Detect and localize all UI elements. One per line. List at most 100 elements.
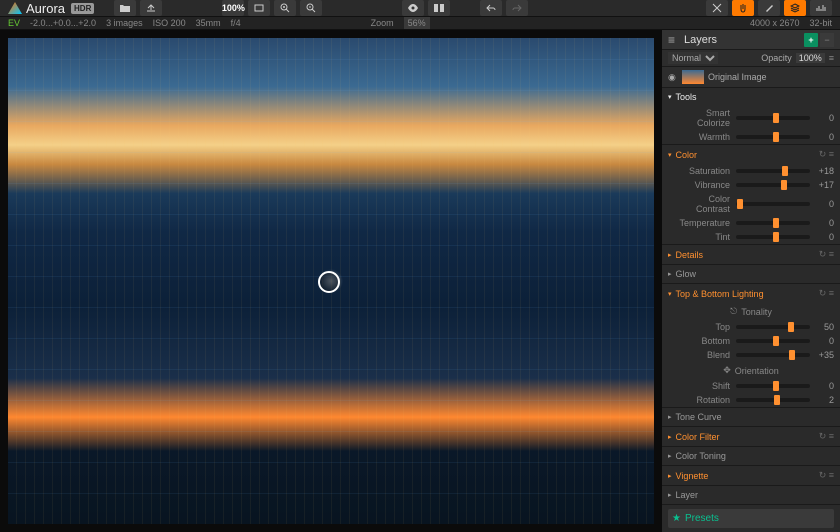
blend-row: Normal Opacity 100% ≡ — [662, 50, 840, 67]
slider-value: +17 — [810, 180, 834, 190]
tools-section: ▾Tools Smart Colorize 0 Warmth 0 — [662, 88, 840, 145]
slider-track[interactable] — [736, 339, 810, 343]
visibility-icon[interactable]: ◉ — [668, 72, 678, 83]
glow-header[interactable]: ▸Glow — [662, 265, 840, 283]
slider-value: 0 — [810, 381, 834, 391]
image-dimensions: 4000 x 2670 — [750, 18, 800, 28]
top-toolbar: Aurora HDR 100% — [0, 0, 840, 17]
opacity-label: Opacity — [761, 53, 792, 63]
zoom-in-button[interactable] — [274, 0, 296, 16]
reset-icon[interactable]: ↻ ≡ — [819, 288, 834, 299]
slider-row: Vibrance +17 — [662, 178, 840, 192]
tblight-header[interactable]: ▾Top & Bottom Lighting↻ ≡ — [662, 284, 840, 303]
slider-label: Top — [678, 322, 736, 332]
details-header[interactable]: ▸Details↻ ≡ — [662, 245, 840, 264]
undo-button[interactable] — [480, 0, 502, 16]
slider-row: Saturation +18 — [662, 164, 840, 178]
orientation-subheader: ✥Orientation — [662, 362, 840, 379]
zoom-100-button[interactable]: 100% — [222, 0, 244, 16]
slider-track[interactable] — [736, 169, 810, 173]
slider-value: 0 — [810, 218, 834, 228]
slider-track[interactable] — [736, 183, 810, 187]
slider-label: Temperature — [678, 218, 736, 228]
opacity-menu-icon[interactable]: ≡ — [829, 53, 834, 63]
collapsed-section: ▸Color Filter↻ ≡ — [662, 427, 840, 447]
slider-track[interactable] — [736, 325, 810, 329]
slider-track[interactable] — [736, 235, 810, 239]
app-name: Aurora — [26, 1, 65, 16]
slider-label: Saturation — [678, 166, 736, 176]
reset-icon[interactable]: ↻ ≡ — [819, 431, 834, 442]
slider-value: 0 — [810, 336, 834, 346]
layer-name: Original Image — [708, 72, 767, 82]
slider-row: Smart Colorize 0 — [662, 106, 840, 130]
brush-tool-button[interactable] — [758, 0, 780, 16]
slider-track[interactable] — [736, 384, 810, 388]
section-header[interactable]: ▸Tone Curve — [662, 408, 840, 426]
histogram-button[interactable] — [810, 0, 832, 16]
slider-track[interactable] — [736, 221, 810, 225]
adjustment-marker[interactable] — [318, 271, 340, 293]
tonality-subheader: ⎋Tonality — [662, 303, 840, 320]
fit-screen-button[interactable] — [248, 0, 270, 16]
blend-mode-select[interactable]: Normal — [668, 52, 718, 64]
collapsed-section: ▸Vignette↻ ≡ — [662, 466, 840, 486]
slider-value: 0 — [810, 113, 834, 123]
zoom-out-button[interactable] — [300, 0, 322, 16]
bit-depth: 32-bit — [809, 18, 832, 28]
menu-icon[interactable] — [668, 33, 678, 47]
slider-value: 0 — [810, 199, 834, 209]
redo-button[interactable] — [506, 0, 528, 16]
hand-tool-button[interactable] — [732, 0, 754, 16]
slider-label: Tint — [678, 232, 736, 242]
section-header[interactable]: ▸Vignette↻ ≡ — [662, 466, 840, 485]
slider-track[interactable] — [736, 398, 810, 402]
zoom-value[interactable]: 56% — [404, 17, 430, 29]
preview-button[interactable] — [402, 0, 424, 16]
slider-label: Bottom — [678, 336, 736, 346]
slider-track[interactable] — [736, 202, 810, 206]
focal-length: 35mm — [196, 18, 221, 28]
section-header[interactable]: ▸Color Filter↻ ≡ — [662, 427, 840, 446]
opacity-value[interactable]: 100% — [796, 53, 825, 63]
iso-value: ISO 200 — [153, 18, 186, 28]
reset-icon[interactable]: ↻ ≡ — [819, 470, 834, 481]
presets-button[interactable]: ★ Presets — [668, 509, 834, 528]
color-section: ▾Color↻ ≡ Saturation +18 Vibrance +17 Co… — [662, 145, 840, 245]
slider-track[interactable] — [736, 353, 810, 357]
slider-track[interactable] — [736, 135, 810, 139]
reset-icon[interactable]: ↻ ≡ — [819, 149, 834, 160]
section-header[interactable]: ▸Color Toning — [662, 447, 840, 465]
glow-section: ▸Glow — [662, 265, 840, 284]
tools-header[interactable]: ▾Tools — [662, 88, 840, 106]
remove-layer-button[interactable]: − — [820, 33, 834, 47]
export-button[interactable] — [140, 0, 162, 16]
ev-label: EV — [8, 18, 20, 28]
slider-value: 0 — [810, 232, 834, 242]
slider-value: +35 — [810, 350, 834, 360]
image-canvas[interactable] — [0, 30, 662, 532]
layer-row[interactable]: ◉ Original Image — [662, 67, 840, 88]
slider-row: Tint 0 — [662, 230, 840, 244]
slider-label: Color Contrast — [678, 194, 736, 214]
ev-range: -2.0...+0.0...+2.0 — [30, 18, 96, 28]
slider-label: Vibrance — [678, 180, 736, 190]
app-badge: HDR — [71, 3, 94, 14]
slider-value: +18 — [810, 166, 834, 176]
tblight-section: ▾Top & Bottom Lighting↻ ≡ ⎋Tonality Top … — [662, 284, 840, 408]
layers-tool-button[interactable] — [784, 0, 806, 16]
details-section: ▸Details↻ ≡ — [662, 245, 840, 265]
zoom-label: Zoom — [371, 18, 394, 28]
open-file-button[interactable] — [114, 0, 136, 16]
crop-tool-button[interactable] — [706, 0, 728, 16]
slider-track[interactable] — [736, 116, 810, 120]
slider-label: Warmth — [678, 132, 736, 142]
slider-label: Shift — [678, 381, 736, 391]
color-header[interactable]: ▾Color↻ ≡ — [662, 145, 840, 164]
reset-icon[interactable]: ↻ ≡ — [819, 249, 834, 260]
add-layer-button[interactable]: + — [804, 33, 818, 47]
collapsed-section: ▸Layer — [662, 486, 840, 505]
compare-button[interactable] — [428, 0, 450, 16]
slider-label: Blend — [678, 350, 736, 360]
section-header[interactable]: ▸Layer — [662, 486, 840, 504]
